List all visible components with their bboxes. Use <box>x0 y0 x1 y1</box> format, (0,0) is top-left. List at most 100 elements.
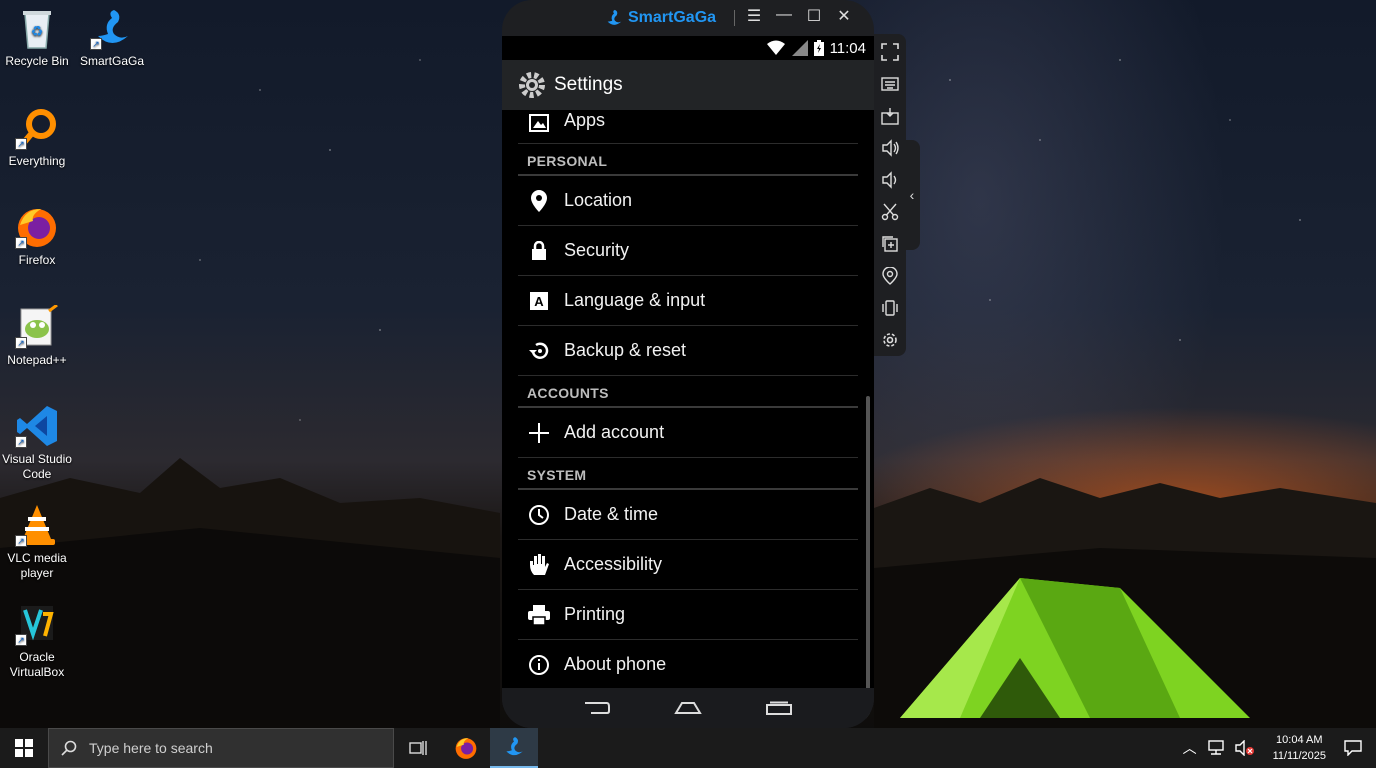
tent-image <box>900 578 1250 718</box>
clock-date: 11/11/2025 <box>1272 750 1326 762</box>
taskbar-search[interactable]: Type here to search <box>48 728 394 768</box>
hand-icon <box>526 552 552 578</box>
emulator-brand: SmartGaGa <box>604 8 716 28</box>
firefox-icon: ↗ <box>15 205 59 249</box>
search-placeholder: Type here to search <box>89 740 213 756</box>
settings-gear-icon[interactable] <box>878 328 902 352</box>
scissors-icon[interactable] <box>878 200 902 224</box>
settings-item-location[interactable]: Location <box>518 176 858 226</box>
collapse-toolbar-button[interactable]: ‹ <box>904 140 920 250</box>
system-tray: ︿ 10:04 AM 11/11/2025 <box>1183 728 1376 768</box>
task-view-icon <box>409 741 427 755</box>
section-personal: PERSONAL <box>518 144 858 176</box>
desktop-icon-notepadpp[interactable]: ↗ Notepad++ <box>0 303 74 368</box>
android-navbar <box>502 688 874 728</box>
volume-up-icon[interactable] <box>878 136 902 160</box>
apps-icon <box>526 110 552 136</box>
emulator-window: SmartGaGa ☰ — ☐ ✕ 11:04 Settings Apps PE… <box>502 0 874 728</box>
chevron-up-icon[interactable]: ︿ <box>1183 738 1197 758</box>
status-time: 11:04 <box>829 39 866 57</box>
settings-item-about[interactable]: About phone <box>518 640 858 688</box>
task-view-button[interactable] <box>394 728 442 768</box>
titlebar-divider <box>734 10 735 26</box>
settings-item-security[interactable]: Security <box>518 226 858 276</box>
emulator-titlebar[interactable]: SmartGaGa ☰ — ☐ ✕ <box>502 0 874 36</box>
desktop-icon-smartgaga[interactable]: ↗ SmartGaGa <box>75 6 149 69</box>
notepadpp-icon: ↗ <box>15 303 59 349</box>
settings-actionbar: Settings <box>502 60 874 110</box>
settings-item-apps[interactable]: Apps <box>518 110 858 144</box>
desktop-icon-recycle-bin[interactable]: ♻ Recycle Bin <box>0 6 74 69</box>
menu-button[interactable]: ☰ <box>744 6 764 26</box>
windows-logo-icon <box>15 739 33 757</box>
emulator-title: SmartGaGa <box>628 9 717 26</box>
settings-gear-icon[interactable] <box>516 69 548 101</box>
apk-install-icon[interactable] <box>878 104 902 128</box>
back-icon[interactable] <box>583 701 611 715</box>
android-statusbar: 11:04 <box>502 36 874 60</box>
svg-text:♻: ♻ <box>31 23 44 39</box>
clock-time: 10:04 AM <box>1276 734 1323 746</box>
vscode-icon: ↗ <box>15 404 59 448</box>
search-icon <box>61 740 77 756</box>
everything-search-icon: ↗ <box>15 106 59 150</box>
settings-item-accessibility[interactable]: Accessibility <box>518 540 858 590</box>
notification-icon[interactable] <box>1344 740 1362 756</box>
recents-icon[interactable] <box>765 701 793 715</box>
settings-item-add-account[interactable]: Add account <box>518 408 858 458</box>
network-icon[interactable] <box>1207 740 1225 756</box>
fullscreen-icon[interactable] <box>878 40 902 64</box>
section-system: SYSTEM <box>518 458 858 490</box>
taskbar-firefox[interactable] <box>442 728 490 768</box>
shake-icon[interactable] <box>878 296 902 320</box>
taskbar-smartgaga[interactable] <box>490 728 538 768</box>
volume-down-icon[interactable] <box>878 168 902 192</box>
location-icon[interactable] <box>878 264 902 288</box>
keyboard-icon[interactable] <box>878 72 902 96</box>
recycle-bin-icon: ♻ <box>15 6 59 50</box>
backup-restore-icon <box>526 338 552 364</box>
settings-item-backup[interactable]: Backup & reset <box>518 326 858 376</box>
wifi-icon <box>766 40 785 55</box>
settings-item-date-time[interactable]: Date & time <box>518 490 858 540</box>
svg-text:A: A <box>534 294 544 309</box>
settings-item-printing[interactable]: Printing <box>518 590 858 640</box>
clock-icon <box>526 502 552 528</box>
desktop-icon-virtualbox[interactable]: ↗ Oracle VirtualBox <box>0 602 74 680</box>
printer-icon <box>526 602 552 628</box>
taskbar-clock[interactable]: 10:04 AM 11/11/2025 <box>1273 732 1326 764</box>
start-button[interactable] <box>0 728 48 768</box>
signal-icon <box>791 40 808 56</box>
chevron-left-icon: ‹ <box>909 187 915 203</box>
lock-icon <box>526 238 552 264</box>
settings-scrollbar[interactable] <box>866 396 870 722</box>
vlc-icon: ↗ <box>15 503 59 547</box>
section-accounts: ACCOUNTS <box>518 376 858 408</box>
minimize-button[interactable]: — <box>774 6 794 26</box>
info-icon <box>526 652 552 678</box>
windows-taskbar: Type here to search ︿ 10:04 AM 11/11/202… <box>0 728 1376 768</box>
settings-item-language[interactable]: A Language & input <box>518 276 858 326</box>
battery-icon <box>813 40 824 56</box>
android-screen: 11:04 Settings Apps PERSONAL Location Se… <box>502 36 874 722</box>
emulator-side-toolbar <box>874 34 906 356</box>
language-icon: A <box>526 288 552 314</box>
firefox-icon <box>455 738 477 759</box>
smartgaga-swan-icon <box>607 9 622 25</box>
multi-instance-icon[interactable] <box>878 232 902 256</box>
desktop-icon-vlc[interactable]: ↗ VLC media player <box>0 503 74 581</box>
virtualbox-icon: ↗ <box>15 602 59 646</box>
smartgaga-swan-icon <box>506 737 523 756</box>
home-icon[interactable] <box>674 701 702 715</box>
maximize-button[interactable]: ☐ <box>804 6 824 26</box>
volume-muted-icon[interactable] <box>1234 740 1255 756</box>
location-pin-icon <box>526 188 552 214</box>
desktop-icon-everything[interactable]: ↗ Everything <box>0 106 74 169</box>
smartgaga-swan-icon: ↗ <box>90 6 134 50</box>
plus-icon <box>526 420 552 446</box>
close-button[interactable]: ✕ <box>834 6 854 26</box>
desktop-icon-vscode[interactable]: ↗ Visual Studio Code <box>0 404 74 482</box>
page-title: Settings <box>554 74 623 95</box>
desktop-icon-firefox[interactable]: ↗ Firefox <box>0 205 74 268</box>
settings-list: Apps PERSONAL Location Security A Langua… <box>518 110 858 688</box>
